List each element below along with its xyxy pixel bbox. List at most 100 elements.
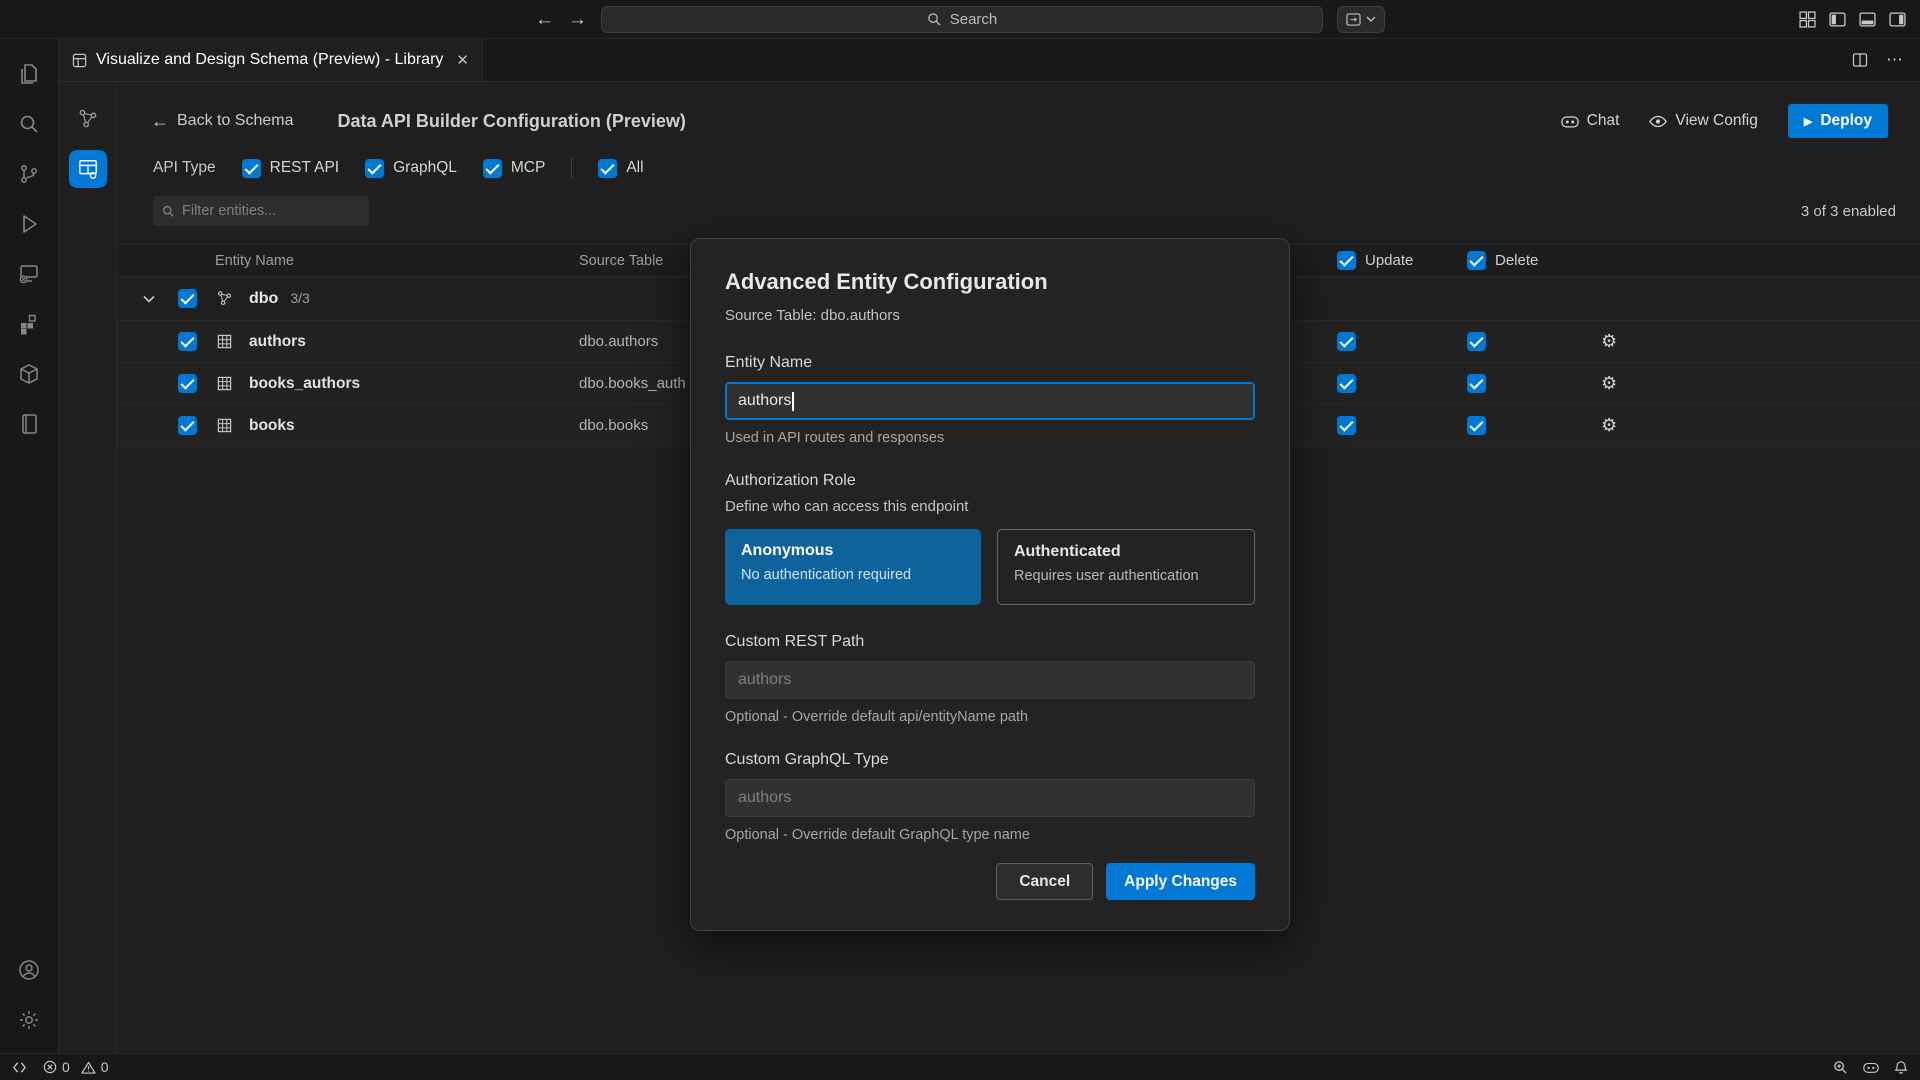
update-all-checkbox[interactable] — [1337, 251, 1356, 270]
role-desc: No authentication required — [741, 567, 965, 583]
mcp-label: MCP — [511, 159, 545, 177]
table-icon — [207, 418, 241, 433]
advanced-entity-configuration-dialog: Advanced Entity Configuration Source Tab… — [690, 238, 1290, 931]
more-actions-icon[interactable]: ⋯ — [1886, 50, 1904, 70]
books-checkbox[interactable] — [178, 416, 197, 435]
dbo-checkbox[interactable] — [178, 289, 197, 308]
warning-icon — [81, 1061, 96, 1074]
run-debug-icon[interactable] — [5, 199, 53, 249]
api-builder-icon[interactable] — [69, 150, 107, 188]
delete-header: Delete — [1467, 251, 1587, 270]
update-checkbox[interactable] — [1337, 374, 1356, 393]
delete-cell — [1467, 332, 1587, 351]
search-sidebar-icon[interactable] — [5, 99, 53, 149]
problems-indicator[interactable]: 0 0 — [43, 1059, 109, 1075]
filter-search-icon — [162, 205, 175, 218]
settings-gear-icon[interactable] — [5, 995, 53, 1045]
database-projects-icon[interactable] — [5, 349, 53, 399]
copilot-status-icon[interactable] — [1863, 1061, 1879, 1074]
cancel-button[interactable]: Cancel — [996, 863, 1093, 900]
play-icon: ▶ — [1804, 115, 1812, 128]
entity-name-label: Entity Name — [725, 354, 1255, 372]
table-icon — [207, 334, 241, 349]
layout-dropdown-button[interactable] — [1337, 6, 1385, 33]
filter-all[interactable]: All — [598, 159, 643, 178]
sql-server-icon[interactable] — [5, 249, 53, 299]
command-center-search[interactable]: Search — [601, 6, 1323, 33]
tab-title: Visualize and Design Schema (Preview) - … — [96, 51, 443, 69]
search-placeholder: Search — [950, 11, 998, 28]
page-title: Data API Builder Configuration (Preview) — [338, 111, 686, 132]
filter-divider — [571, 158, 572, 178]
custom-graphql-type-input[interactable] — [738, 789, 1242, 807]
zoom-icon[interactable] — [1833, 1060, 1848, 1075]
remote-indicator-icon[interactable] — [12, 1061, 27, 1074]
role-card-authenticated[interactable]: Authenticated Requires user authenticati… — [997, 529, 1255, 605]
rest-api-checkbox[interactable] — [242, 159, 261, 178]
search-icon — [927, 12, 942, 27]
view-config-label: View Config — [1675, 112, 1757, 130]
toggle-panel-icon[interactable] — [1859, 11, 1876, 28]
account-icon[interactable] — [5, 945, 53, 995]
books-authors-checkbox[interactable] — [178, 374, 197, 393]
update-checkbox[interactable] — [1337, 416, 1356, 435]
apply-changes-button[interactable]: Apply Changes — [1106, 863, 1255, 900]
entity-name: books_authors — [241, 375, 571, 393]
customize-layout-icon[interactable] — [1799, 11, 1816, 28]
row-settings-gear-icon[interactable]: ⚙ — [1587, 415, 1677, 436]
copilot-icon — [1561, 114, 1579, 129]
filter-mcp[interactable]: MCP — [483, 159, 545, 178]
filter-rest-api[interactable]: REST API — [242, 159, 340, 178]
filter-graphql[interactable]: GraphQL — [365, 159, 457, 178]
toggle-secondary-sidebar-icon[interactable] — [1889, 11, 1906, 28]
filter-entities-input[interactable] — [182, 203, 360, 219]
delete-cell — [1467, 416, 1587, 435]
custom-rest-path-input[interactable] — [738, 671, 1242, 689]
deploy-button[interactable]: ▶ Deploy — [1788, 104, 1888, 138]
chat-button[interactable]: Chat — [1561, 112, 1620, 130]
nav-forward-icon[interactable]: → — [568, 10, 587, 29]
warning-count: 0 — [101, 1059, 109, 1075]
entity-name-input[interactable]: authors — [725, 382, 1255, 420]
tab-visualize-schema[interactable]: Visualize and Design Schema (Preview) - … — [59, 39, 483, 81]
collapse-chevron-icon[interactable] — [131, 295, 167, 303]
row-settings-gear-icon[interactable]: ⚙ — [1587, 373, 1677, 394]
authors-checkbox[interactable] — [178, 332, 197, 351]
all-checkbox[interactable] — [598, 159, 617, 178]
view-config-button[interactable]: View Config — [1649, 112, 1757, 130]
deploy-label: Deploy — [1820, 112, 1872, 130]
role-name: Anonymous — [741, 542, 965, 560]
group-count: 3/3 — [290, 290, 309, 306]
delete-cell — [1467, 374, 1587, 393]
filter-entities-input-wrap — [153, 196, 369, 226]
custom-rest-path-label: Custom REST Path — [725, 633, 1255, 651]
delete-checkbox[interactable] — [1467, 416, 1486, 435]
entity-name-header: Entity Name — [207, 253, 571, 269]
schema-designer-icon[interactable] — [69, 100, 107, 138]
close-tab-icon[interactable]: ✕ — [456, 51, 469, 69]
update-checkbox[interactable] — [1337, 332, 1356, 351]
entity-name-value: authors — [738, 392, 791, 410]
delete-checkbox[interactable] — [1467, 374, 1486, 393]
mcp-checkbox[interactable] — [483, 159, 502, 178]
source-control-icon[interactable] — [5, 149, 53, 199]
bell-icon[interactable] — [1894, 1060, 1908, 1075]
notebook-icon[interactable] — [5, 399, 53, 449]
extensions-icon[interactable] — [5, 299, 53, 349]
toggle-primary-sidebar-icon[interactable] — [1829, 11, 1846, 28]
split-editor-icon[interactable] — [1852, 52, 1868, 68]
row-checkbox-cell — [167, 332, 207, 351]
back-arrow-icon: ← — [151, 111, 169, 132]
text-caret — [792, 392, 794, 411]
graphql-checkbox[interactable] — [365, 159, 384, 178]
back-to-schema-link[interactable]: ← Back to Schema — [151, 111, 294, 132]
row-settings-gear-icon[interactable]: ⚙ — [1587, 331, 1677, 352]
explorer-icon[interactable] — [5, 49, 53, 99]
role-card-anonymous[interactable]: Anonymous No authentication required — [725, 529, 981, 605]
entity-name: books — [241, 417, 571, 435]
graphql-label: GraphQL — [393, 159, 457, 177]
role-name: Authenticated — [1014, 543, 1238, 561]
nav-back-icon[interactable]: ← — [535, 10, 554, 29]
delete-checkbox[interactable] — [1467, 332, 1486, 351]
delete-all-checkbox[interactable] — [1467, 251, 1486, 270]
